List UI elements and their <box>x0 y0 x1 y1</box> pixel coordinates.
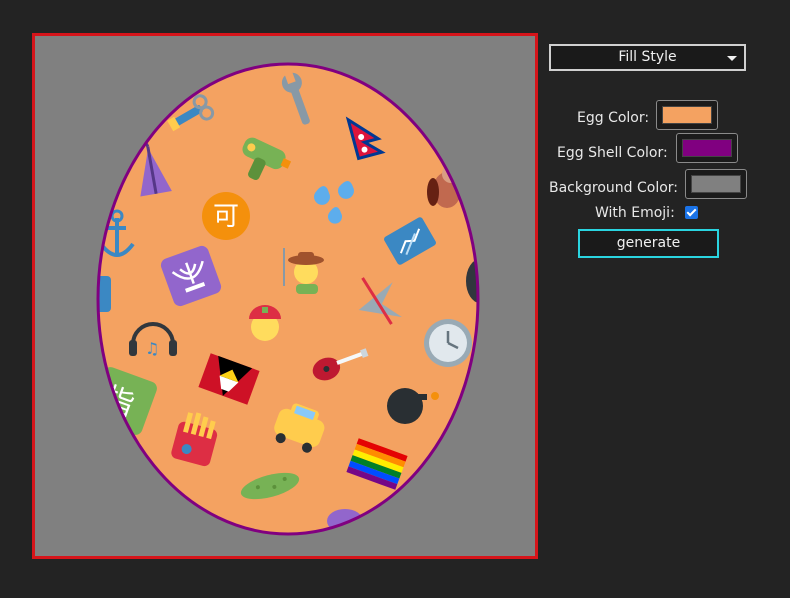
egg-canvas: 可 ♫ 指 <box>32 33 538 559</box>
generate-button[interactable]: generate <box>578 229 719 258</box>
egg-drawing: 可 ♫ 指 <box>35 36 535 556</box>
background-color-label: Background Color: <box>549 180 678 196</box>
fill-style-select[interactable]: Fill Style <box>549 44 746 71</box>
clock-icon <box>424 319 472 367</box>
controls-panel: Fill Style Egg Color: Egg Shell Color: B… <box>540 0 790 598</box>
chevron-down-icon <box>727 56 737 61</box>
egg-body <box>98 64 478 534</box>
background-color-swatch <box>691 175 741 193</box>
background-color-picker[interactable] <box>685 169 747 199</box>
shell-color-label: Egg Shell Color: <box>557 145 668 161</box>
egg-color-picker[interactable] <box>656 100 718 130</box>
egg-color-swatch <box>662 106 712 124</box>
svg-text:可: 可 <box>213 202 239 232</box>
shell-color-swatch <box>682 139 732 157</box>
with-emoji-label: With Emoji: <box>595 205 675 221</box>
with-emoji-checkbox[interactable] <box>685 206 698 219</box>
fill-style-label: Fill Style <box>618 49 677 65</box>
acceptable-button-icon: 可 <box>202 192 250 240</box>
egg-color-label: Egg Color: <box>577 110 650 126</box>
svg-text:♫: ♫ <box>145 339 159 358</box>
shell-color-picker[interactable] <box>676 133 738 163</box>
